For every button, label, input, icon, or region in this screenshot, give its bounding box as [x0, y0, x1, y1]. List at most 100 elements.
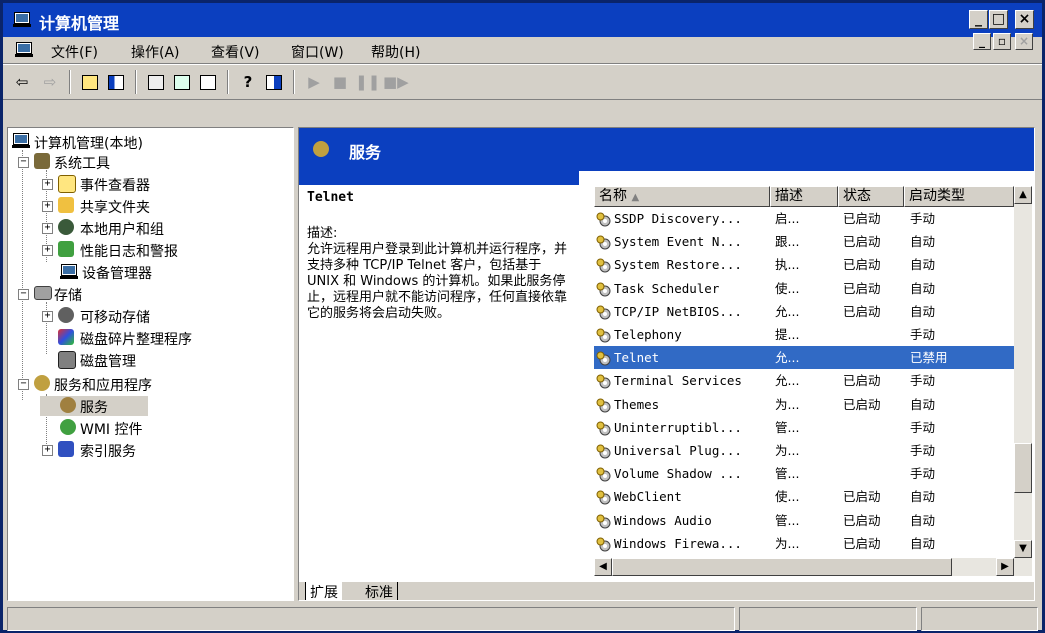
stop-icon[interactable]: ■: [329, 72, 351, 92]
pane-header: 服务: [299, 128, 1034, 171]
expand-icon[interactable]: +: [42, 201, 53, 212]
table-row[interactable]: Terminal Services 允... 已启动 手动: [594, 369, 1014, 392]
column-header-startup[interactable]: 启动类型: [904, 186, 1014, 207]
description-label: 描述:: [307, 226, 338, 241]
table-row[interactable]: TCP/IP NetBIOS... 允... 已启动 自动: [594, 300, 1014, 323]
table-row[interactable]: WebClient 使... 已启动 自动: [594, 485, 1014, 508]
cell-startup: 手动: [910, 466, 936, 482]
restart-icon[interactable]: ■▶: [383, 72, 409, 92]
help-icon[interactable]: ?: [237, 72, 259, 92]
menu-help[interactable]: 帮助(H): [371, 42, 420, 62]
gear-icon: [596, 536, 611, 552]
scroll-left-icon[interactable]: ◀: [594, 558, 612, 576]
cell-startup: 自动: [910, 280, 936, 296]
cell-status: 已启动: [843, 280, 881, 296]
expand-icon[interactable]: +: [42, 445, 53, 456]
child-restore-button[interactable]: ▫: [993, 33, 1011, 50]
column-header-desc[interactable]: 描述: [770, 186, 838, 207]
cell-startup: 手动: [910, 211, 936, 226]
play-icon[interactable]: ▶: [303, 72, 325, 92]
menu-action[interactable]: 操作(A): [131, 42, 180, 62]
computer-management-icon: [13, 12, 31, 28]
cell-desc: 执...: [775, 257, 800, 273]
cell-startup: 手动: [910, 419, 936, 435]
title-bar[interactable]: 计算机管理 _ □ ×: [3, 3, 1042, 37]
child-close-button[interactable]: ×: [1015, 33, 1033, 50]
table-row[interactable]: System Restore... 执... 已启动 自动: [594, 253, 1014, 276]
defrag-icon: [58, 329, 74, 345]
table-row[interactable]: Windows Firewa... 为... 已启动 自动: [594, 532, 1014, 555]
back-arrow-icon[interactable]: ⇦: [11, 72, 33, 92]
column-header-status[interactable]: 状态: [838, 186, 904, 207]
forward-arrow-icon[interactable]: ⇨: [39, 72, 61, 92]
cell-name: Windows Audio: [614, 512, 712, 528]
table-row[interactable]: Volume Shadow ... 管... 手动: [594, 462, 1014, 485]
cell-name: TCP/IP NetBIOS...: [614, 303, 742, 319]
sort-ascending-icon: ▲: [631, 192, 640, 203]
tab-extended[interactable]: 扩展: [305, 582, 342, 600]
tree-item-services[interactable]: 服务: [40, 396, 148, 416]
table-row[interactable]: Uninterruptibl... 管... 手动: [594, 416, 1014, 439]
table-row[interactable]: Task Scheduler 使... 已启动 自动: [594, 277, 1014, 300]
tab-standard[interactable]: 标准: [361, 582, 398, 600]
expand-icon[interactable]: +: [42, 245, 53, 256]
properties-icon[interactable]: [145, 72, 167, 92]
expand-icon[interactable]: +: [42, 179, 53, 190]
scroll-up-icon[interactable]: ▲: [1014, 186, 1032, 204]
storage-icon: [34, 286, 52, 300]
refresh-icon[interactable]: [171, 72, 193, 92]
close-button[interactable]: ×: [1015, 10, 1034, 29]
table-row[interactable]: System Event N... 跟... 已启动 自动: [594, 230, 1014, 253]
collapse-icon[interactable]: −: [18, 157, 29, 168]
table-row[interactable]: Themes 为... 已启动 自动: [594, 393, 1014, 416]
expand-icon[interactable]: +: [42, 311, 53, 322]
menu-file[interactable]: 文件(F): [51, 42, 98, 62]
gear-icon: [596, 281, 611, 297]
cell-startup: 自动: [910, 396, 936, 412]
table-row[interactable]: Telephony 提... 手动: [594, 323, 1014, 346]
cell-desc: 管...: [775, 419, 800, 435]
gear-icon: [596, 513, 611, 529]
scroll-thumb[interactable]: [1014, 443, 1032, 493]
collapse-icon[interactable]: −: [18, 379, 29, 390]
table-row[interactable]: Universal Plug... 为... 手动: [594, 439, 1014, 462]
wmi-icon: [60, 419, 76, 435]
console-icon[interactable]: [15, 42, 33, 58]
up-folder-icon[interactable]: [79, 72, 101, 92]
cell-status: 已启动: [843, 257, 881, 273]
table-row[interactable]: SSDP Discovery... 启... 已启动 手动: [594, 207, 1014, 230]
services-icon: [313, 141, 329, 157]
gear-icon: [596, 211, 611, 227]
expand-icon[interactable]: +: [42, 223, 53, 234]
scroll-down-icon[interactable]: ▼: [1014, 540, 1032, 558]
cell-desc: 使...: [775, 489, 800, 505]
console-view-icon[interactable]: [263, 72, 285, 92]
cell-startup: 自动: [910, 512, 936, 528]
menu-view[interactable]: 查看(V): [211, 42, 260, 62]
menu-window[interactable]: 窗口(W): [291, 42, 344, 62]
table-row[interactable]: Telnet 允... 已禁用: [594, 346, 1014, 370]
show-hide-tree-icon[interactable]: [105, 72, 127, 92]
cell-desc: 为...: [775, 535, 800, 551]
child-minimize-button[interactable]: _: [973, 33, 991, 50]
details-pane: 服务 Telnet 描述: 允许远程用户登录到此计算机并运行程序，并支持多种 T…: [298, 127, 1035, 601]
minimize-button[interactable]: _: [969, 10, 988, 29]
export-list-icon[interactable]: [197, 72, 219, 92]
cell-name: Uninterruptibl...: [614, 419, 742, 435]
status-panel-main: [7, 607, 735, 631]
table-row[interactable]: Windows Audio 管... 已启动 自动: [594, 509, 1014, 532]
vertical-scrollbar[interactable]: ▲ ▼: [1014, 186, 1032, 576]
cell-startup: 自动: [910, 303, 936, 319]
column-header-name[interactable]: 名称 ▲: [594, 186, 770, 207]
horizontal-scroll-thumb[interactable]: [612, 558, 952, 576]
collapse-icon[interactable]: −: [18, 289, 29, 300]
maximize-button[interactable]: □: [989, 10, 1008, 29]
cell-desc: 提...: [775, 327, 800, 342]
scroll-right-icon[interactable]: ▶: [996, 558, 1014, 576]
service-name: Telnet: [307, 190, 354, 205]
horizontal-scrollbar[interactable]: ◀ ▶: [594, 558, 1014, 576]
toolbar: ⇦ ⇨ ? ▶ ■ ❚❚ ■▶: [3, 64, 1042, 100]
pause-icon[interactable]: ❚❚: [355, 72, 380, 92]
cell-startup: 手动: [910, 327, 936, 342]
gear-icon: [596, 234, 611, 250]
